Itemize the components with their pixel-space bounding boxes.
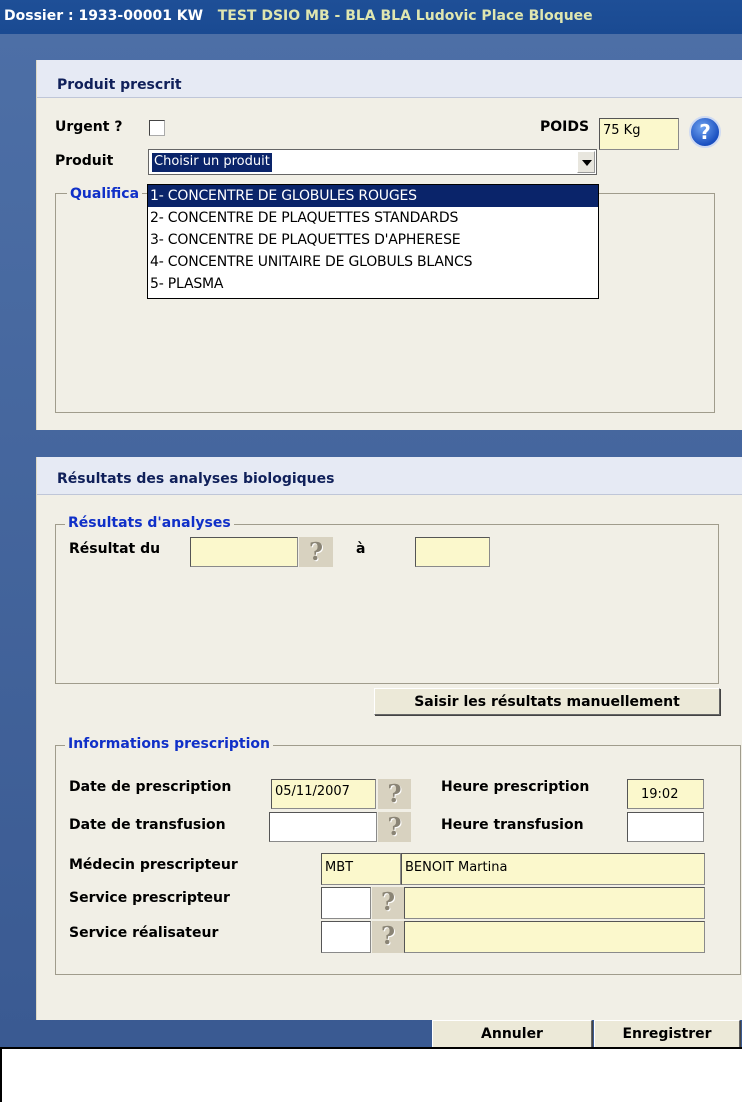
produit-select-value: Choisir un produit — [152, 153, 272, 172]
resultat-du-field[interactable] — [190, 537, 298, 567]
question-mark-icon[interactable]: ? — [299, 537, 333, 567]
produit-panel-title: Produit prescrit — [57, 77, 182, 93]
heure-prescription-label: Heure prescription — [441, 779, 590, 795]
service-prescripteur-name-field[interactable] — [404, 887, 705, 919]
date-transfusion-label: Date de transfusion — [69, 817, 226, 833]
poids-field[interactable]: 75 Kg — [599, 118, 679, 150]
date-transfusion-field[interactable] — [269, 812, 377, 842]
question-mark-icon[interactable]: ? — [378, 812, 411, 842]
produit-option[interactable]: 3- CONCENTRE DE PLAQUETTES D'APHERESE — [148, 229, 598, 251]
question-mark-icon[interactable]: ? — [372, 887, 404, 919]
service-prescripteur-code-field[interactable] — [321, 887, 371, 919]
a-label: à — [356, 541, 366, 557]
resultats-analyses-title: Résultats d'analyses — [65, 515, 234, 531]
heure-transfusion-field[interactable] — [627, 812, 704, 842]
service-realisateur-name-field[interactable] — [404, 921, 705, 953]
date-prescription-label: Date de prescription — [69, 779, 232, 795]
chevron-down-icon[interactable] — [577, 151, 595, 173]
produit-option[interactable]: 1- CONCENTRE DE GLOBULES ROUGES — [148, 185, 598, 207]
qualification-group-title: Qualifica — [67, 186, 143, 202]
medecin-label: Médecin prescripteur — [69, 857, 238, 873]
produit-label: Produit — [55, 153, 114, 169]
medecin-name-field[interactable]: BENOIT Martina — [401, 853, 705, 885]
annuler-button[interactable]: Annuler — [432, 1020, 592, 1049]
urgent-label: Urgent ? — [55, 119, 123, 135]
heure-transfusion-label: Heure transfusion — [441, 817, 584, 833]
produit-option[interactable]: 5- PLASMA — [148, 273, 598, 295]
resultats-panel: Résultats des analyses biologiques Résul… — [36, 457, 742, 1020]
window-title-prefix: Dossier : 1933-00001 KW — [4, 8, 204, 24]
resultats-panel-title: Résultats des analyses biologiques — [57, 471, 335, 487]
enregistrer-button[interactable]: Enregistrer — [594, 1020, 740, 1049]
help-icon[interactable]: ? — [689, 116, 721, 148]
produit-option[interactable]: 4- CONCENTRE UNITAIRE DE GLOBULS BLANCS — [148, 251, 598, 273]
prescription-group-title: Informations prescription — [65, 736, 273, 752]
saisir-resultats-button[interactable]: Saisir les résultats manuellement — [374, 688, 720, 715]
heure-prescription-field[interactable]: 19:02 — [627, 779, 704, 809]
service-realisateur-code-field[interactable] — [321, 921, 371, 953]
produit-select[interactable]: Choisir un produit — [148, 149, 597, 175]
resultat-du-label: Résultat du — [69, 541, 161, 557]
poids-label: POIDS — [540, 119, 590, 135]
footer-area — [0, 1047, 742, 1102]
window-title-highlight: TEST DSIO MB - BLA BLA Ludovic Place Blo… — [217, 8, 593, 24]
produit-dropdown-list[interactable]: 1- CONCENTRE DE GLOBULES ROUGES 2- CONCE… — [147, 184, 599, 299]
window-title-bar: Dossier : 1933-00001 KW TEST DSIO MB - B… — [0, 0, 742, 34]
service-prescripteur-label: Service prescripteur — [69, 890, 230, 906]
service-realisateur-label: Service réalisateur — [69, 925, 219, 941]
urgent-checkbox[interactable] — [149, 120, 165, 136]
date-prescription-field[interactable]: 05/11/2007 — [271, 779, 376, 809]
resultat-a-field[interactable] — [415, 537, 490, 567]
medecin-code-field[interactable]: MBT — [321, 853, 401, 885]
question-mark-icon[interactable]: ? — [378, 779, 411, 809]
produit-option[interactable]: 2- CONCENTRE DE PLAQUETTES STANDARDS — [148, 207, 598, 229]
question-mark-icon[interactable]: ? — [372, 921, 404, 953]
